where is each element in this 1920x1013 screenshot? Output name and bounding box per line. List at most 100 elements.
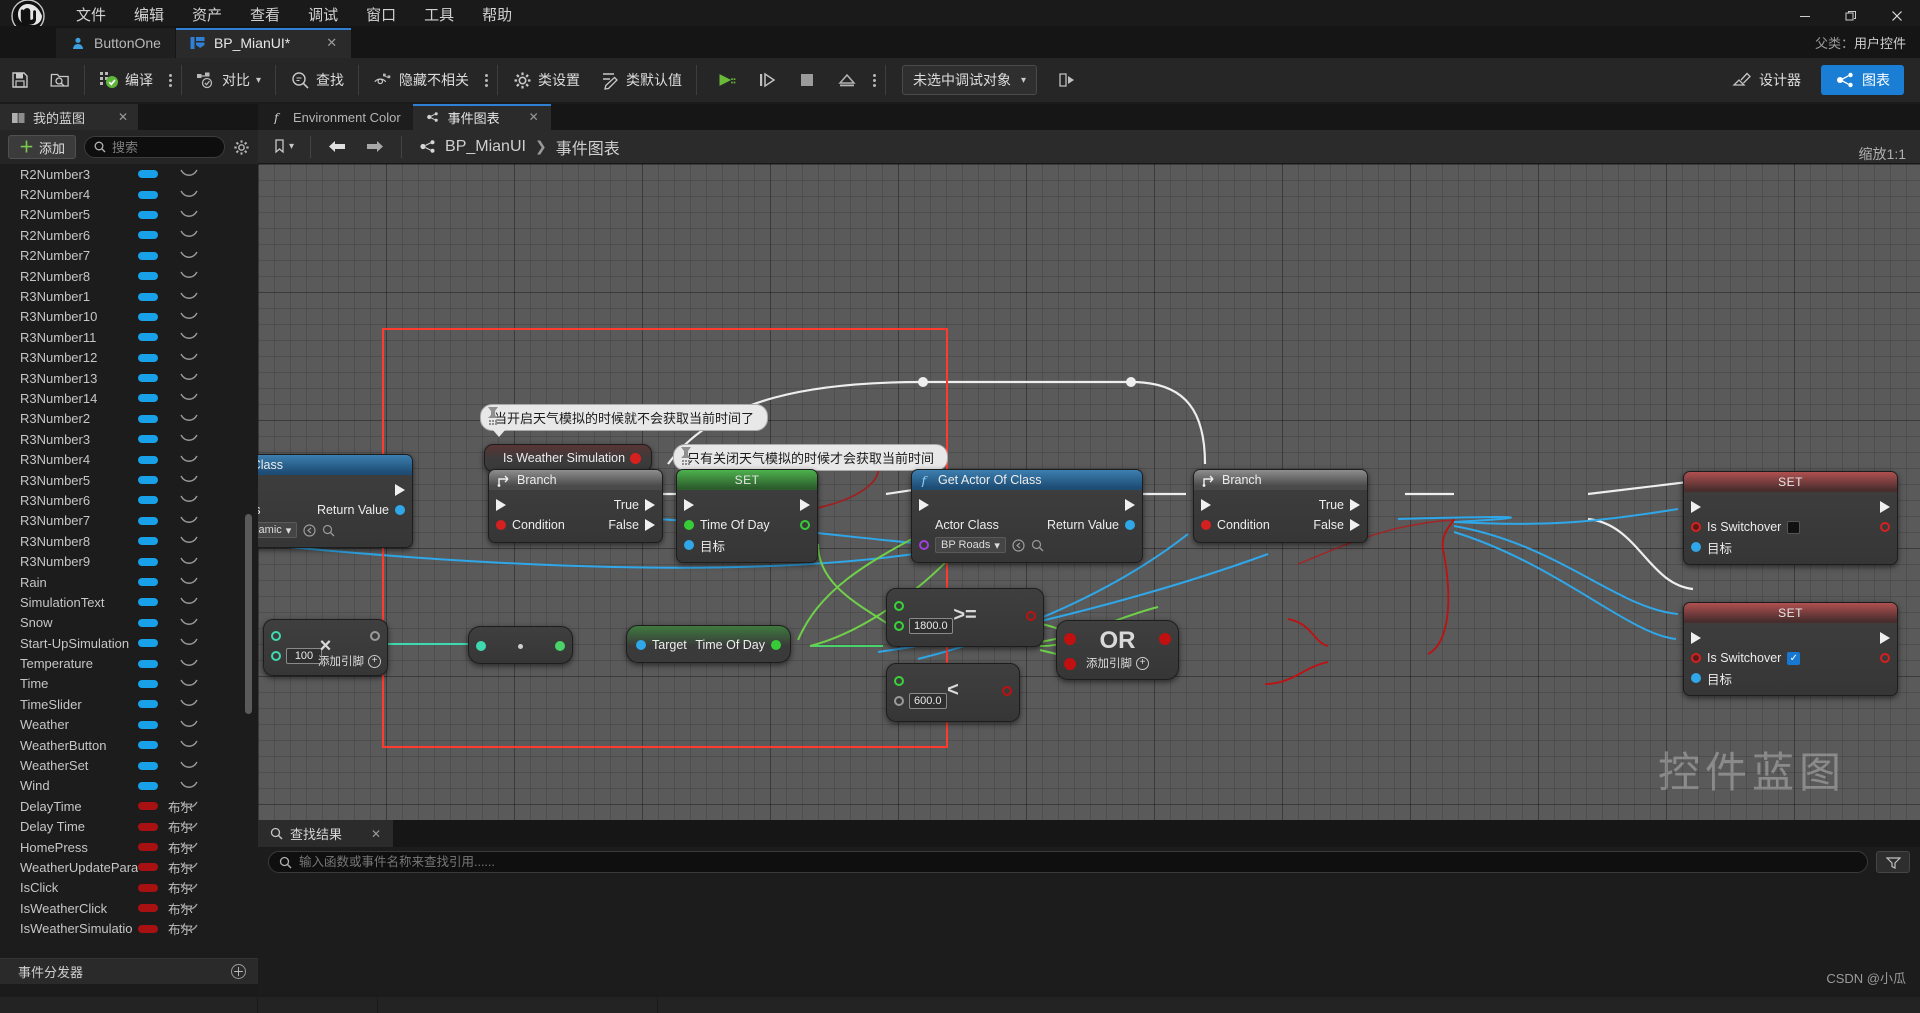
output-pin[interactable] xyxy=(555,641,565,651)
variable-row[interactable]: R3Number7 xyxy=(0,511,258,531)
find-results-input[interactable] xyxy=(299,855,1857,869)
node-target-time-of-day[interactable]: Target Time Of Day xyxy=(626,625,791,663)
eye-closed-icon[interactable] xyxy=(180,291,198,303)
variable-row[interactable]: R3Number1 xyxy=(0,286,258,306)
close-icon[interactable]: ✕ xyxy=(118,110,128,124)
eye-closed-icon[interactable] xyxy=(180,515,198,527)
eye-closed-icon[interactable] xyxy=(180,576,198,588)
class-dropdown[interactable]: Dynamic ▾ xyxy=(258,522,298,538)
pin-comment-icon[interactable] xyxy=(679,445,693,467)
debug-object-dropdown[interactable]: 未选中调试对象 ▾ xyxy=(902,65,1038,95)
eye-closed-icon[interactable] xyxy=(180,841,198,853)
browse-content-button[interactable] xyxy=(40,62,80,98)
is-switchover-pin[interactable] xyxy=(1691,522,1701,532)
browse-to-asset-icon[interactable] xyxy=(303,523,316,537)
diff-button[interactable]: 对比 ▾ xyxy=(186,62,271,98)
variable-row[interactable]: TimeSlider xyxy=(0,694,258,714)
node-set-time-of-day[interactable]: SET Time Of Day 目标 xyxy=(676,469,818,563)
gear-icon[interactable] xyxy=(233,139,250,156)
eye-closed-icon[interactable] xyxy=(180,250,198,262)
eject-button[interactable] xyxy=(827,62,867,98)
input-a-pin[interactable] xyxy=(1064,633,1076,645)
target-pin[interactable] xyxy=(636,640,646,650)
graph-tab-environment-color[interactable]: f Environment Color xyxy=(258,104,413,130)
eye-closed-icon[interactable] xyxy=(180,882,198,894)
eye-closed-icon[interactable] xyxy=(180,658,198,670)
variable-row[interactable]: WeatherUpdatePara 布尔 xyxy=(0,857,258,877)
compile-button[interactable]: 编译 xyxy=(89,62,163,98)
variable-row[interactable]: DelayTime 布尔 xyxy=(0,796,258,816)
node-is-weather-simulation[interactable]: Is Weather Simulation xyxy=(484,444,652,472)
output-pin[interactable] xyxy=(1026,611,1036,621)
eye-closed-icon[interactable] xyxy=(180,413,198,425)
is-switchover-out-pin[interactable] xyxy=(1880,653,1890,663)
find-results-filter-button[interactable] xyxy=(1876,851,1910,873)
exec-out-pin[interactable] xyxy=(800,499,810,511)
exec-out-pin[interactable] xyxy=(1880,501,1890,513)
actor-class-in-pin[interactable] xyxy=(919,540,929,550)
condition-pin[interactable] xyxy=(1201,520,1211,530)
variable-row[interactable]: Start-UpSimulation xyxy=(0,633,258,653)
variable-row[interactable]: R2Number5 xyxy=(0,205,258,225)
output-pin[interactable] xyxy=(1002,686,1012,696)
search-asset-icon[interactable] xyxy=(1031,539,1044,552)
hide-unrelated-options-button[interactable] xyxy=(479,73,493,87)
close-icon[interactable]: ✕ xyxy=(371,827,381,841)
variable-row[interactable]: R3Number9 xyxy=(0,551,258,571)
variable-row[interactable]: Weather xyxy=(0,715,258,735)
asset-tab-bp-mianui[interactable]: BP_MianUI* ✕ xyxy=(175,28,352,58)
return-value-pin[interactable] xyxy=(395,505,405,515)
node-get-actor-of-class[interactable]: f Get Actor Of Class Actor Class Return … xyxy=(911,469,1143,563)
exec-in-pin[interactable] xyxy=(1691,632,1701,644)
variable-row[interactable]: IsWeatherClick 布尔 xyxy=(0,898,258,918)
bookmark-button[interactable]: ▾ xyxy=(266,134,301,160)
eye-closed-icon[interactable] xyxy=(180,698,198,710)
eye-closed-icon[interactable] xyxy=(180,780,198,792)
eye-closed-icon[interactable] xyxy=(180,617,198,629)
eye-closed-icon[interactable] xyxy=(180,168,198,180)
my-blueprint-search[interactable] xyxy=(84,136,225,158)
node-greater-equal[interactable]: >= 1800.0 xyxy=(886,588,1044,647)
eye-closed-icon[interactable] xyxy=(180,454,198,466)
hide-unrelated-button[interactable]: 隐藏不相关 xyxy=(363,62,479,98)
variable-row[interactable]: R3Number14 xyxy=(0,388,258,408)
target-pin[interactable] xyxy=(1691,542,1701,552)
variable-row[interactable]: R2Number3 xyxy=(0,164,258,184)
node-set-is-switchover-on[interactable]: SET Is Switchover ✓ 目标 xyxy=(1683,602,1898,696)
eye-closed-icon[interactable] xyxy=(180,637,198,649)
variable-row[interactable]: R2Number7 xyxy=(0,246,258,266)
asset-tab-buttonone[interactable]: ButtonOne xyxy=(56,28,175,58)
eye-closed-icon[interactable] xyxy=(180,270,198,282)
node-get-of-class-left[interactable]: tor Of Class class Return Value xyxy=(258,454,413,548)
eye-closed-icon[interactable] xyxy=(180,719,198,731)
navigate-back-button[interactable] xyxy=(320,134,354,160)
eye-closed-icon[interactable] xyxy=(180,209,198,221)
eye-closed-icon[interactable] xyxy=(180,739,198,751)
variable-row[interactable]: Time xyxy=(0,674,258,694)
eye-closed-icon[interactable] xyxy=(180,556,198,568)
step-button[interactable] xyxy=(747,62,787,98)
exec-in-pin[interactable] xyxy=(496,499,506,511)
add-event-dispatcher-button[interactable]: ＋ xyxy=(231,964,246,979)
variable-row[interactable]: R2Number4 xyxy=(0,184,258,204)
variable-row[interactable]: Wind xyxy=(0,776,258,796)
eye-closed-icon[interactable] xyxy=(180,494,198,506)
variable-row[interactable]: IsClick 布尔 xyxy=(0,878,258,898)
tab-find-results[interactable]: 查找结果 ✕ xyxy=(258,820,394,847)
input-pin[interactable] xyxy=(476,641,486,651)
node-branch-left[interactable]: Branch True Condition False xyxy=(488,469,663,543)
eye-closed-icon[interactable] xyxy=(180,902,198,914)
find-results-search[interactable] xyxy=(268,851,1868,873)
variable-row[interactable]: WeatherSet xyxy=(0,755,258,775)
variable-row[interactable]: Snow xyxy=(0,613,258,633)
variable-row[interactable]: R3Number12 xyxy=(0,348,258,368)
navigate-forward-button[interactable] xyxy=(358,134,392,160)
blueprint-canvas[interactable]: 当开启天气模拟的时候就不会获取当前时间了 只有关闭天气模拟的时候才会获取当前时间 xyxy=(258,164,1920,820)
graph-mode-button[interactable]: 图表 xyxy=(1821,65,1904,95)
eye-closed-icon[interactable] xyxy=(180,596,198,608)
debug-filter-button[interactable] xyxy=(1047,62,1087,98)
eye-closed-icon[interactable] xyxy=(180,229,198,241)
target-pin[interactable] xyxy=(1691,673,1701,683)
breadcrumb-root[interactable]: BP_MianUI xyxy=(445,138,526,156)
output-pin[interactable] xyxy=(1159,633,1171,645)
